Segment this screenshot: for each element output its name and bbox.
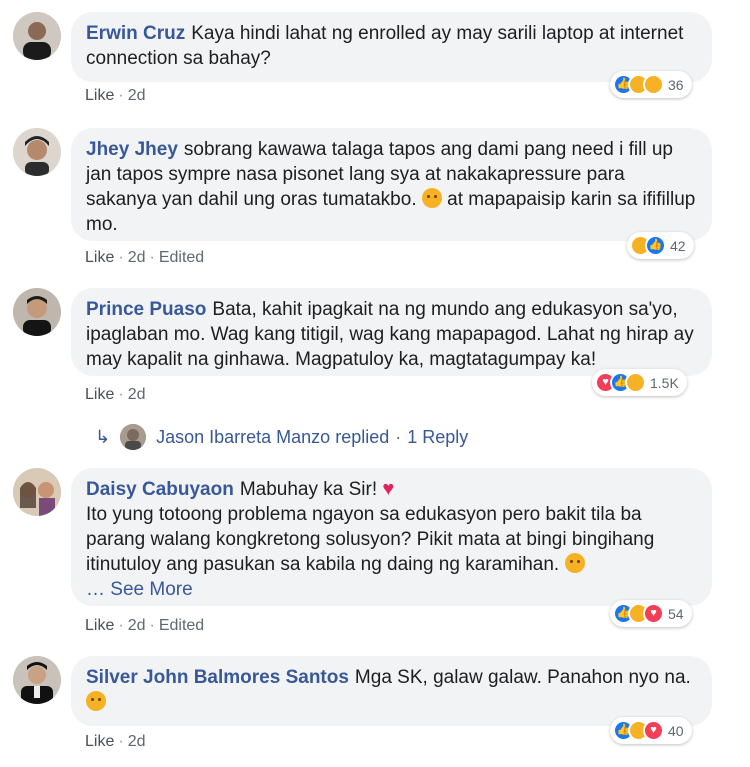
separator: · (118, 249, 124, 266)
heart-emoji-icon: ♥ (382, 478, 395, 500)
care-icon (625, 372, 646, 393)
comment-author[interactable]: Daisy Cabuyaon (86, 479, 234, 500)
reaction-summary[interactable]: 👍 ♥ 40 (610, 717, 692, 744)
reaction-count: 36 (668, 76, 684, 93)
reaction-count: 40 (668, 722, 684, 739)
separator: · (118, 733, 124, 750)
reply-avatar (120, 424, 147, 450)
like-button[interactable]: Like (85, 733, 114, 750)
separator: · (118, 617, 124, 634)
reply-arrow-icon: ↳ (95, 426, 111, 447)
avatar[interactable] (13, 656, 61, 704)
reply-count: 1 Reply (407, 426, 469, 447)
reaction-summary[interactable]: 👍 ♥ 54 (610, 600, 692, 627)
comment-actions: Like · 2d (85, 732, 145, 752)
haha-icon (643, 74, 664, 95)
comment-author[interactable]: Prince Puaso (86, 299, 206, 320)
love-icon: ♥ (643, 720, 664, 741)
see-more-link[interactable]: … See More (86, 579, 193, 600)
edited-label[interactable]: Edited (159, 249, 204, 266)
comment-bubble: Erwin Cruz Kaya hindi lahat ng enrolled a… (71, 12, 712, 82)
like-button[interactable]: Like (85, 617, 114, 634)
comment-author[interactable]: Silver John Balmores Santos (86, 667, 349, 688)
separator: · (149, 249, 155, 266)
disappointed-emoji-icon (564, 553, 585, 573)
separator: · (118, 386, 124, 403)
disappointed-emoji-icon (421, 188, 442, 208)
comment-text: Mabuhay ka Sir! (239, 479, 378, 500)
comment-bubble: Daisy Cabuyaon Mabuhay ka Sir! ♥ Ito yung… (71, 468, 712, 606)
timestamp[interactable]: 2d (128, 617, 146, 634)
like-button[interactable]: Like (85, 87, 114, 104)
reaction-summary[interactable]: 👍 42 (627, 232, 694, 259)
edited-label[interactable]: Edited (159, 617, 204, 634)
avatar[interactable] (13, 288, 61, 336)
separator: · (395, 426, 402, 447)
comment-bubble: Jhey Jhey sobrang kawawa talaga tapos ang… (71, 128, 712, 241)
comment-text: Mga SK, galaw galaw. Panahon nyo na. (354, 667, 691, 688)
comment-actions: Like · 2d (85, 385, 145, 405)
comment-actions: Like · 2d · Edited (85, 248, 204, 268)
reaction-count: 42 (670, 237, 686, 254)
comment-actions: Like · 2d (85, 86, 145, 106)
like-button[interactable]: Like (85, 386, 114, 403)
like-icon: 👍 (645, 235, 666, 256)
timestamp[interactable]: 2d (128, 249, 146, 266)
avatar[interactable] (13, 12, 61, 60)
timestamp[interactable]: 2d (128, 87, 146, 104)
timestamp[interactable]: 2d (128, 386, 146, 403)
love-icon: ♥ (643, 603, 664, 624)
reaction-count: 1.5K (650, 374, 679, 391)
comment-bubble: Prince Puaso Bata, kahit ipagkait na ng m… (71, 288, 712, 376)
separator: · (149, 617, 155, 634)
comment-actions: Like · 2d · Edited (85, 616, 204, 636)
reply-verb: replied (335, 426, 390, 447)
grimace-emoji-icon (86, 691, 106, 711)
avatar[interactable] (13, 128, 61, 176)
comment-author[interactable]: Erwin Cruz (86, 23, 185, 44)
reaction-count: 54 (668, 605, 684, 622)
like-button[interactable]: Like (85, 249, 114, 266)
timestamp[interactable]: 2d (128, 733, 146, 750)
comment-author[interactable]: Jhey Jhey (86, 139, 178, 160)
avatar[interactable] (13, 468, 61, 516)
separator: · (118, 87, 124, 104)
reaction-summary[interactable]: 👍 36 (610, 71, 692, 98)
view-replies-link[interactable]: ↳ Jason Ibarreta Manzo replied · 1 Reply (95, 423, 468, 451)
comment-bubble: Silver John Balmores Santos Mga SK, galaw… (71, 656, 712, 726)
reply-author: Jason Ibarreta Manzo (156, 426, 331, 447)
reaction-summary[interactable]: ♥ 👍 1.5K (592, 369, 687, 396)
